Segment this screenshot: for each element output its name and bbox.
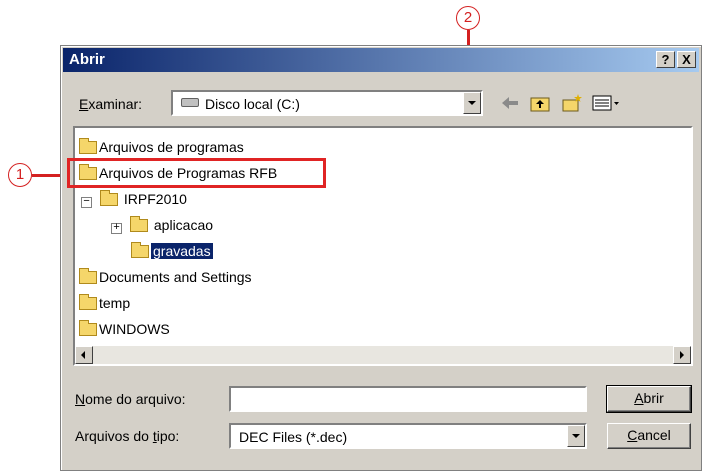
- scroll-left-button[interactable]: [75, 346, 93, 364]
- folder-icon: [79, 320, 97, 336]
- folder-icon: [79, 294, 97, 310]
- folder-item-selected[interactable]: gravadas: [131, 240, 213, 262]
- folder-icon: [130, 216, 148, 232]
- folder-item[interactable]: Documents and Settings: [79, 266, 252, 288]
- filetype-label: Arquivos do tipo:: [75, 428, 180, 444]
- filetype-dropdown-arrow[interactable]: [567, 425, 585, 447]
- open-button[interactable]: Abrir: [606, 385, 692, 413]
- new-folder-icon[interactable]: [561, 93, 583, 113]
- cancel-button[interactable]: Cancel: [607, 423, 691, 449]
- drive-icon: [181, 98, 199, 107]
- look-in-dropdown[interactable]: Disco local (C:): [171, 90, 483, 116]
- filename-input[interactable]: [229, 386, 587, 412]
- look-in-value: Disco local (C:): [205, 96, 300, 112]
- filename-label: Nome do arquivo:: [75, 391, 186, 407]
- filetype-value: DEC Files (*.dec): [239, 429, 348, 445]
- folder-item[interactable]: WINDOWS: [79, 318, 170, 340]
- dialog-title: Abrir: [69, 51, 105, 68]
- annotation-marker-1: 1: [8, 163, 32, 187]
- dialog-titlebar[interactable]: Abrir ? X: [63, 48, 699, 72]
- folder-item[interactable]: temp: [79, 292, 130, 314]
- help-button[interactable]: ?: [656, 51, 675, 68]
- close-button[interactable]: X: [677, 51, 696, 68]
- collapse-toggle[interactable]: −: [81, 197, 92, 208]
- folder-item[interactable]: Arquivos de programas: [79, 136, 244, 158]
- folder-icon: [100, 190, 118, 206]
- annotation-highlight-box: [67, 158, 326, 188]
- view-menu-icon[interactable]: [591, 93, 621, 113]
- expand-toggle[interactable]: +: [111, 223, 122, 234]
- folder-icon: [79, 138, 97, 154]
- open-folder-icon: [131, 242, 149, 258]
- annotation-arrow-1: [32, 174, 62, 177]
- back-arrow-icon[interactable]: [499, 93, 521, 113]
- open-dialog: Abrir ? X Examinar: Disco local (C:) Arq…: [60, 45, 702, 471]
- horizontal-scrollbar[interactable]: [75, 346, 691, 364]
- filetype-dropdown[interactable]: DEC Files (*.dec): [229, 423, 587, 449]
- folder-icon: [79, 268, 97, 284]
- folder-item[interactable]: − IRPF2010: [81, 188, 187, 210]
- scroll-right-button[interactable]: [673, 346, 691, 364]
- look-in-dropdown-arrow[interactable]: [463, 92, 481, 114]
- look-in-label: Examinar:: [79, 96, 143, 112]
- annotation-marker-2: 2: [456, 6, 480, 30]
- folder-item[interactable]: + aplicacao: [111, 214, 213, 236]
- up-folder-icon[interactable]: [529, 93, 551, 113]
